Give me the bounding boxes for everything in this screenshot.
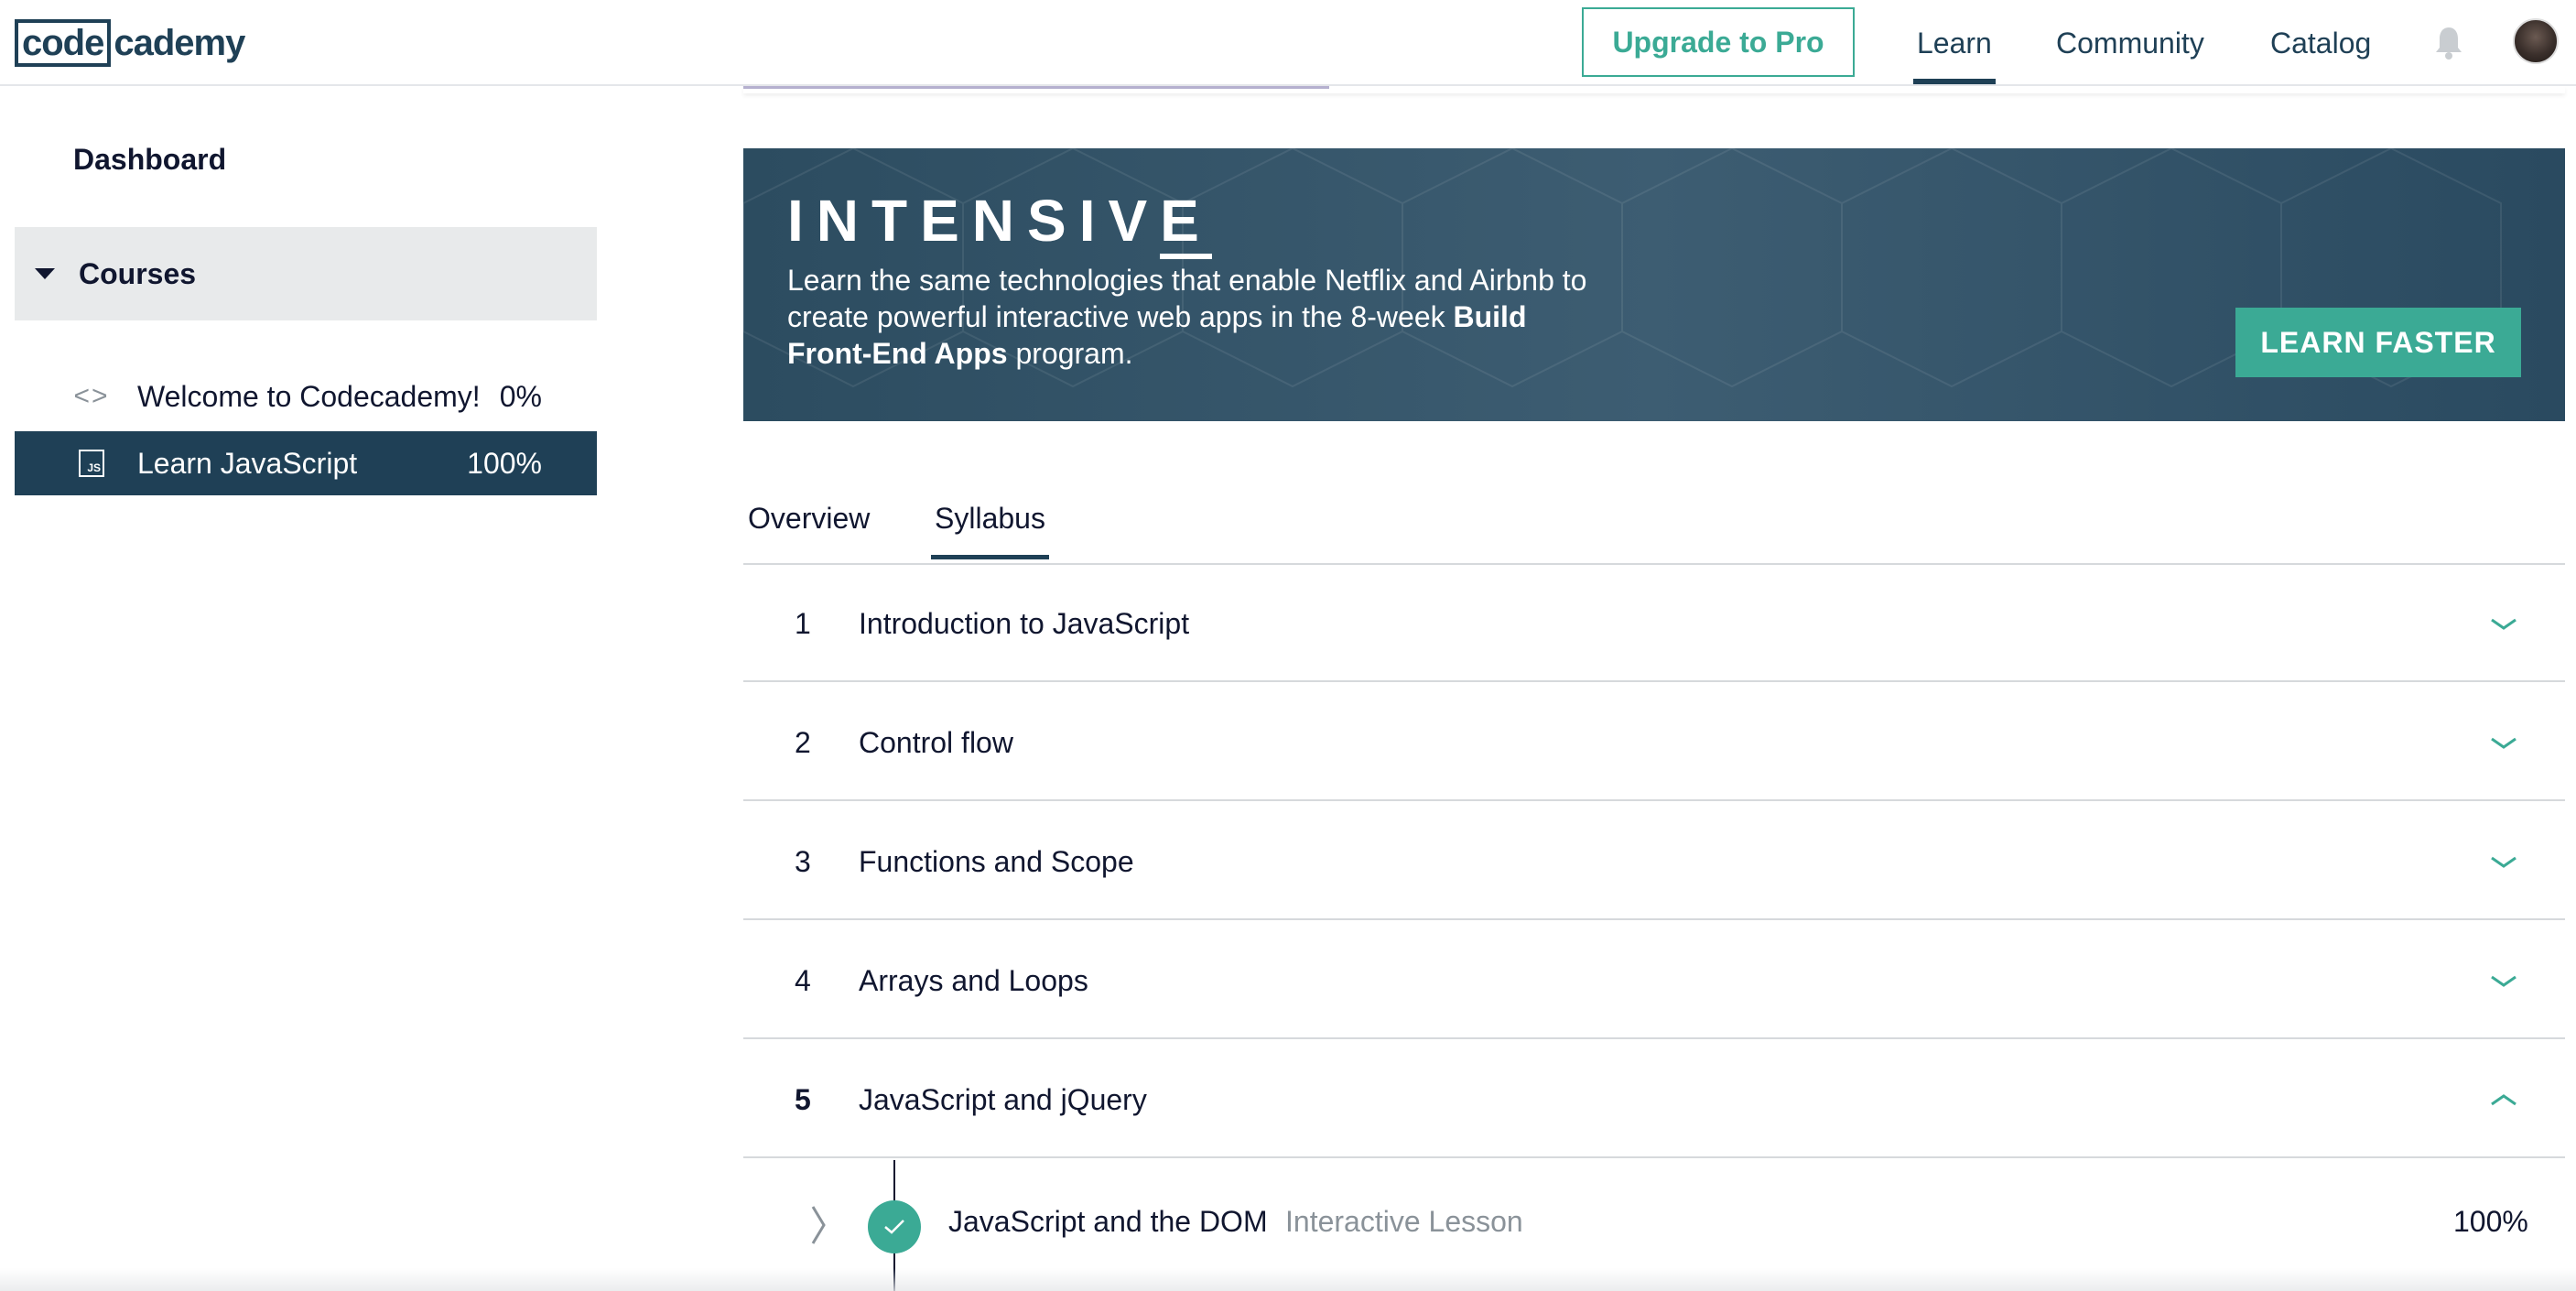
row-title: Control flow	[859, 726, 1013, 759]
upgrade-to-pro-button[interactable]: Upgrade to Pro	[1582, 7, 1855, 77]
chevron-up-icon[interactable]	[2490, 1090, 2517, 1109]
tab-overview[interactable]: Overview	[748, 502, 870, 536]
row-title: JavaScript and jQuery	[859, 1083, 1147, 1116]
syllabus-row-5[interactable]: 5 JavaScript and jQuery	[743, 1041, 2565, 1158]
row-number: 4	[795, 964, 811, 997]
js-file-icon: JS	[73, 450, 110, 477]
chevron-down-icon[interactable]	[2490, 971, 2517, 990]
nav-link-catalog[interactable]: Catalog	[2270, 20, 2371, 66]
nav-link-community[interactable]: Community	[2056, 20, 2204, 66]
logo-rest-text: cademy	[114, 23, 245, 63]
chevron-down-icon[interactable]	[2490, 614, 2517, 633]
syllabus-row-4[interactable]: 4 Arrays and Loops	[743, 922, 2565, 1039]
lesson-type: Interactive Lesson	[1285, 1205, 1523, 1238]
row-number: 3	[795, 845, 811, 878]
row-title: Arrays and Loops	[859, 964, 1088, 997]
checkmark-icon	[868, 1200, 921, 1253]
syllabus-row-1[interactable]: 1 Introduction to JavaScript	[743, 565, 2565, 682]
course-progress: 100%	[467, 446, 542, 480]
courses-label: Courses	[79, 256, 197, 290]
row-number: 5	[795, 1083, 811, 1116]
sidebar-course-welcome[interactable]: <> Welcome to Codecademy! 0%	[15, 364, 597, 429]
row-number: 1	[795, 607, 811, 640]
row-number: 2	[795, 726, 811, 759]
lesson-title[interactable]: JavaScript and the DOM	[948, 1205, 1268, 1239]
nav-link-learn[interactable]: Learn	[1913, 20, 1996, 84]
top-navigation: code cademy Upgrade to Pro Learn Communit…	[0, 0, 2576, 86]
row-title: Functions and Scope	[859, 845, 1134, 878]
lesson-progress: 100%	[2453, 1205, 2528, 1238]
chevron-down-icon[interactable]	[2490, 852, 2517, 871]
row-title: Introduction to JavaScript	[859, 607, 1190, 640]
course-progress: 0%	[499, 379, 542, 413]
bell-icon[interactable]	[2432, 24, 2465, 60]
courses-section-header[interactable]: Courses	[15, 227, 597, 320]
syllabus-row-2[interactable]: 2 Control flow	[743, 684, 2565, 801]
chevron-right-icon[interactable]	[809, 1205, 828, 1245]
logo-boxed-text: code	[15, 19, 112, 67]
tab-syllabus[interactable]: Syllabus	[931, 502, 1049, 559]
scroll-progress-bar	[743, 86, 1329, 89]
sidebar-item-dashboard[interactable]: Dashboard	[73, 143, 226, 177]
sidebar-course-learn-javascript[interactable]: JS Learn JavaScript 100%	[15, 431, 597, 495]
learn-faster-button[interactable]: LEARN FASTER	[2235, 308, 2521, 377]
intensive-banner: INTENSIVE Learn the same technologies th…	[743, 148, 2565, 421]
course-label: Learn JavaScript	[137, 446, 358, 480]
syllabus-row-3[interactable]: 3 Functions and Scope	[743, 803, 2565, 920]
code-brackets-icon: <>	[73, 381, 110, 411]
codecademy-logo[interactable]: code cademy	[15, 18, 245, 68]
banner-title: INTENSIVE	[787, 187, 1212, 259]
avatar[interactable]	[2513, 18, 2559, 64]
caret-down-icon	[35, 268, 55, 279]
chevron-down-icon[interactable]	[2490, 733, 2517, 752]
course-label: Welcome to Codecademy!	[137, 379, 481, 413]
banner-description: Learn the same technologies that enable …	[787, 264, 1587, 370]
bottom-fade	[0, 1268, 2576, 1291]
